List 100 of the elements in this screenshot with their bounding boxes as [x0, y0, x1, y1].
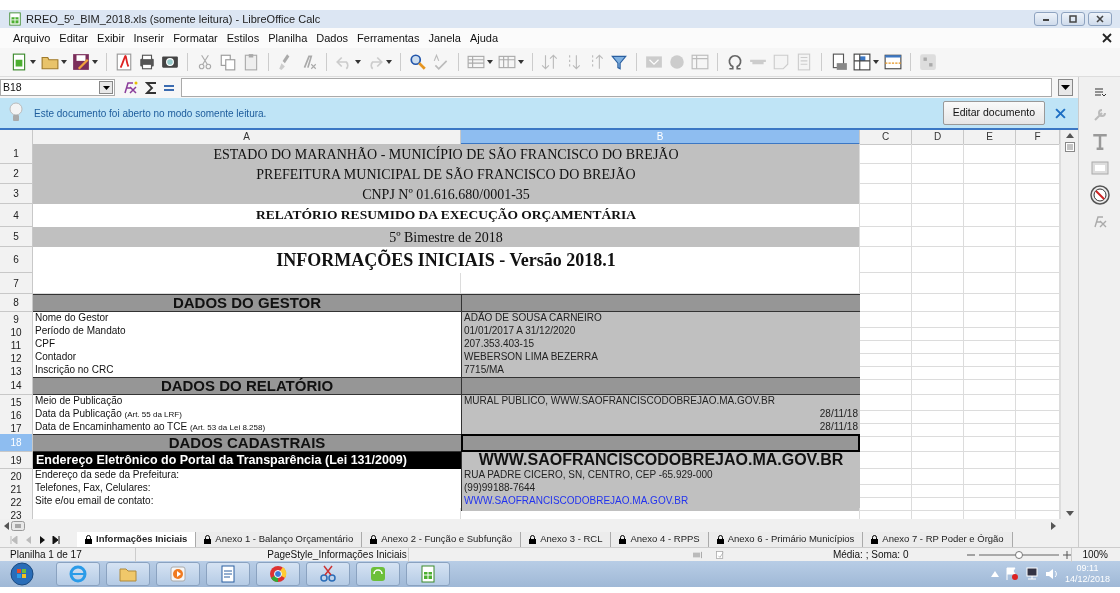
- close-button[interactable]: [1088, 12, 1112, 26]
- table-cell[interactable]: [461, 377, 860, 395]
- empty-cell[interactable]: [964, 469, 1016, 485]
- empty-cell[interactable]: [912, 395, 964, 411]
- last-sheet-icon[interactable]: [52, 535, 60, 544]
- slider-thumb[interactable]: [1015, 550, 1024, 559]
- empty-cell[interactable]: [964, 144, 1016, 164]
- scroll-left-icon[interactable]: [4, 521, 9, 530]
- spreadsheet-icon[interactable]: [418, 564, 438, 584]
- empty-cell[interactable]: [912, 227, 964, 247]
- menu-item[interactable]: Ferramentas: [354, 29, 426, 47]
- empty-cell[interactable]: [860, 273, 912, 294]
- chrome-icon[interactable]: [268, 564, 288, 584]
- empty-cell[interactable]: [964, 408, 1016, 424]
- printer-icon[interactable]: [138, 53, 156, 71]
- zoom-in-icon[interactable]: [1063, 550, 1072, 559]
- freeze-rows-icon[interactable]: [853, 53, 871, 71]
- empty-cell[interactable]: [860, 204, 912, 227]
- media-player-icon[interactable]: [168, 564, 188, 584]
- clipboard-icon[interactable]: [242, 53, 260, 71]
- split-window-icon[interactable]: [884, 53, 902, 71]
- equals-icon[interactable]: [163, 82, 175, 93]
- sheet-tab[interactable]: Anexo 7 - RP Poder e Órgão: [863, 532, 1013, 547]
- previous-sheet-icon[interactable]: [24, 535, 32, 544]
- empty-cell[interactable]: [912, 495, 964, 511]
- scissors-icon[interactable]: [318, 564, 338, 584]
- minimize-button[interactable]: [1034, 12, 1058, 26]
- empty-cell[interactable]: [912, 421, 964, 437]
- empty-cell[interactable]: [964, 325, 1016, 341]
- empty-cell[interactable]: [912, 482, 964, 498]
- volume-icon[interactable]: [1044, 567, 1059, 581]
- sheet-tab[interactable]: Anexo 2 - Função e Subfunção: [362, 532, 522, 547]
- empty-cell[interactable]: [964, 421, 1016, 437]
- menu-item[interactable]: Planilha: [265, 29, 314, 47]
- menu-item[interactable]: Editar: [56, 29, 95, 47]
- empty-cell[interactable]: [912, 247, 964, 273]
- empty-cell[interactable]: [912, 408, 964, 424]
- pdf-icon[interactable]: [115, 53, 133, 71]
- menu-item[interactable]: Formatar: [170, 29, 224, 47]
- function-icon[interactable]: [1091, 215, 1108, 229]
- close-icon[interactable]: [1102, 33, 1112, 43]
- table-cell[interactable]: [461, 294, 860, 312]
- compass-icon[interactable]: [1089, 185, 1110, 205]
- menu-icon[interactable]: [1093, 87, 1106, 97]
- zoom-slider[interactable]: [979, 553, 1060, 556]
- empty-cell[interactable]: [964, 204, 1016, 227]
- scroll-up-icon[interactable]: [1065, 133, 1074, 138]
- expand-formula-icon[interactable]: [1061, 85, 1070, 90]
- empty-cell[interactable]: [912, 338, 964, 354]
- column-header[interactable]: C: [860, 130, 912, 145]
- empty-cell[interactable]: [912, 204, 964, 227]
- text-styles-icon[interactable]: [1090, 133, 1109, 151]
- dropdown-icon[interactable]: [102, 85, 110, 90]
- form-controls-icon[interactable]: [919, 53, 937, 71]
- empty-cell[interactable]: [964, 273, 1016, 294]
- document-icon[interactable]: [218, 564, 238, 584]
- column-header[interactable]: F: [1016, 130, 1060, 145]
- caret-icon[interactable]: [873, 60, 879, 64]
- save-icon[interactable]: [72, 53, 90, 71]
- empty-cell[interactable]: [912, 294, 964, 312]
- empty-cell[interactable]: [964, 364, 1016, 380]
- spellcheck-icon[interactable]: [432, 53, 450, 71]
- row-number[interactable]: 1: [0, 144, 33, 164]
- row-number[interactable]: 3: [0, 184, 33, 204]
- row-number[interactable]: 5: [0, 227, 33, 247]
- sheet-tab[interactable]: Anexo 4 - RPPS: [611, 532, 709, 547]
- sheet-tab[interactable]: Informações Iniciais: [77, 532, 197, 547]
- row-number[interactable]: 8: [0, 294, 33, 312]
- print-preview-icon[interactable]: [161, 53, 179, 71]
- menu-item[interactable]: Exibir: [94, 29, 131, 47]
- flag-icon[interactable]: [1004, 567, 1019, 581]
- empty-cell[interactable]: [964, 338, 1016, 354]
- empty-cell[interactable]: [912, 325, 964, 341]
- split-handle-icon[interactable]: [1064, 142, 1075, 152]
- empty-cell[interactable]: [964, 377, 1016, 395]
- empty-cell[interactable]: [964, 294, 1016, 312]
- browser-icon[interactable]: [68, 564, 88, 584]
- caret-icon[interactable]: [386, 60, 392, 64]
- table-cell[interactable]: [461, 434, 860, 452]
- next-sheet-icon[interactable]: [38, 535, 46, 544]
- caret-icon[interactable]: [487, 60, 493, 64]
- comment-icon[interactable]: [772, 53, 790, 71]
- empty-cell[interactable]: [964, 164, 1016, 184]
- formula-input[interactable]: [181, 78, 1052, 97]
- scroll-right-icon[interactable]: [1051, 521, 1056, 530]
- edit-document-button[interactable]: Editar documento: [942, 101, 1045, 125]
- gallery-icon[interactable]: [1090, 161, 1109, 175]
- caret-icon[interactable]: [30, 60, 36, 64]
- print-range-icon[interactable]: [830, 53, 848, 71]
- row-number[interactable]: 6: [0, 247, 33, 273]
- empty-cell[interactable]: [964, 227, 1016, 247]
- empty-cell[interactable]: [912, 351, 964, 367]
- restore-button[interactable]: [1061, 12, 1085, 26]
- sheet-tab[interactable]: Anexo 3 - RCL: [521, 532, 612, 547]
- image-icon[interactable]: [645, 53, 663, 71]
- empty-cell[interactable]: [912, 434, 964, 452]
- chart-icon[interactable]: [668, 53, 686, 71]
- empty-cell[interactable]: [964, 452, 1016, 469]
- empty-cell[interactable]: [912, 452, 964, 469]
- filter-icon[interactable]: [610, 53, 628, 71]
